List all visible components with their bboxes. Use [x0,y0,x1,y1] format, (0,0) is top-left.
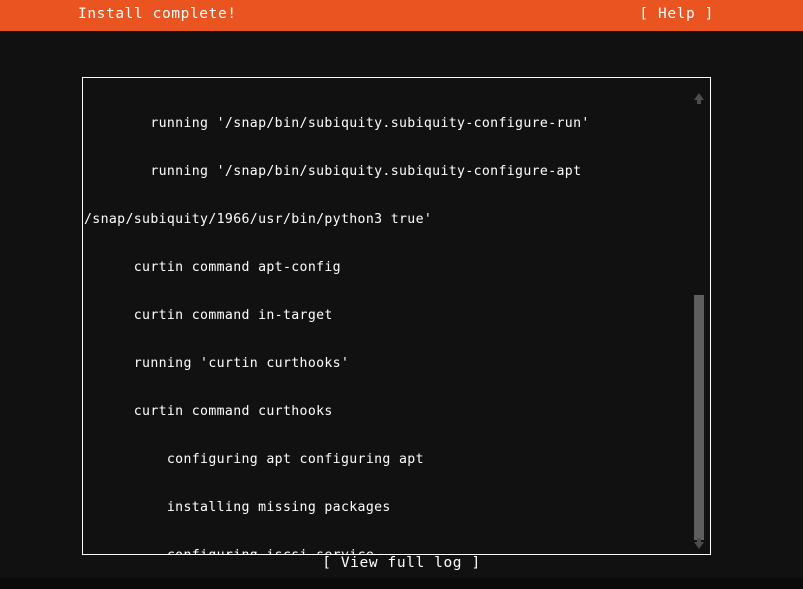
log-scrollbar[interactable] [691,79,709,554]
help-button[interactable]: [ Help ] [639,6,714,22]
install-log-panel: running '/snap/bin/subiquity.subiquity-c… [82,77,711,555]
log-line: running '/snap/bin/subiquity.subiquity-c… [84,164,582,179]
scroll-up-icon-stem [697,100,701,104]
installer-screen: running '/snap/bin/subiquity.subiquity-c… [0,31,803,578]
screen-bottom-strip [0,578,803,589]
log-line: curtin command apt-config [84,260,341,275]
header-bar: Install complete! [ Help ] [0,0,803,31]
log-line: /snap/subiquity/1966/usr/bin/python3 tru… [84,212,433,227]
log-line: configuring apt configuring apt [84,452,424,467]
scroll-up-icon[interactable] [694,93,704,100]
log-line: curtin command in-target [84,308,333,323]
footer-actions: [ View full log ] [0,552,803,571]
log-line: running 'curtin curthooks' [84,356,350,371]
install-log-text: running '/snap/bin/subiquity.subiquity-c… [84,84,688,554]
scrollbar-track[interactable] [691,105,709,540]
log-line: installing missing packages [84,500,391,515]
scrollbar-thumb[interactable] [694,295,704,540]
scroll-down-icon[interactable] [694,542,704,549]
view-full-log-button[interactable]: [ View full log ] [322,555,481,571]
log-line: curtin command curthooks [84,404,333,419]
page-title: Install complete! [78,6,237,22]
log-line: running '/snap/bin/subiquity.subiquity-c… [84,116,590,131]
